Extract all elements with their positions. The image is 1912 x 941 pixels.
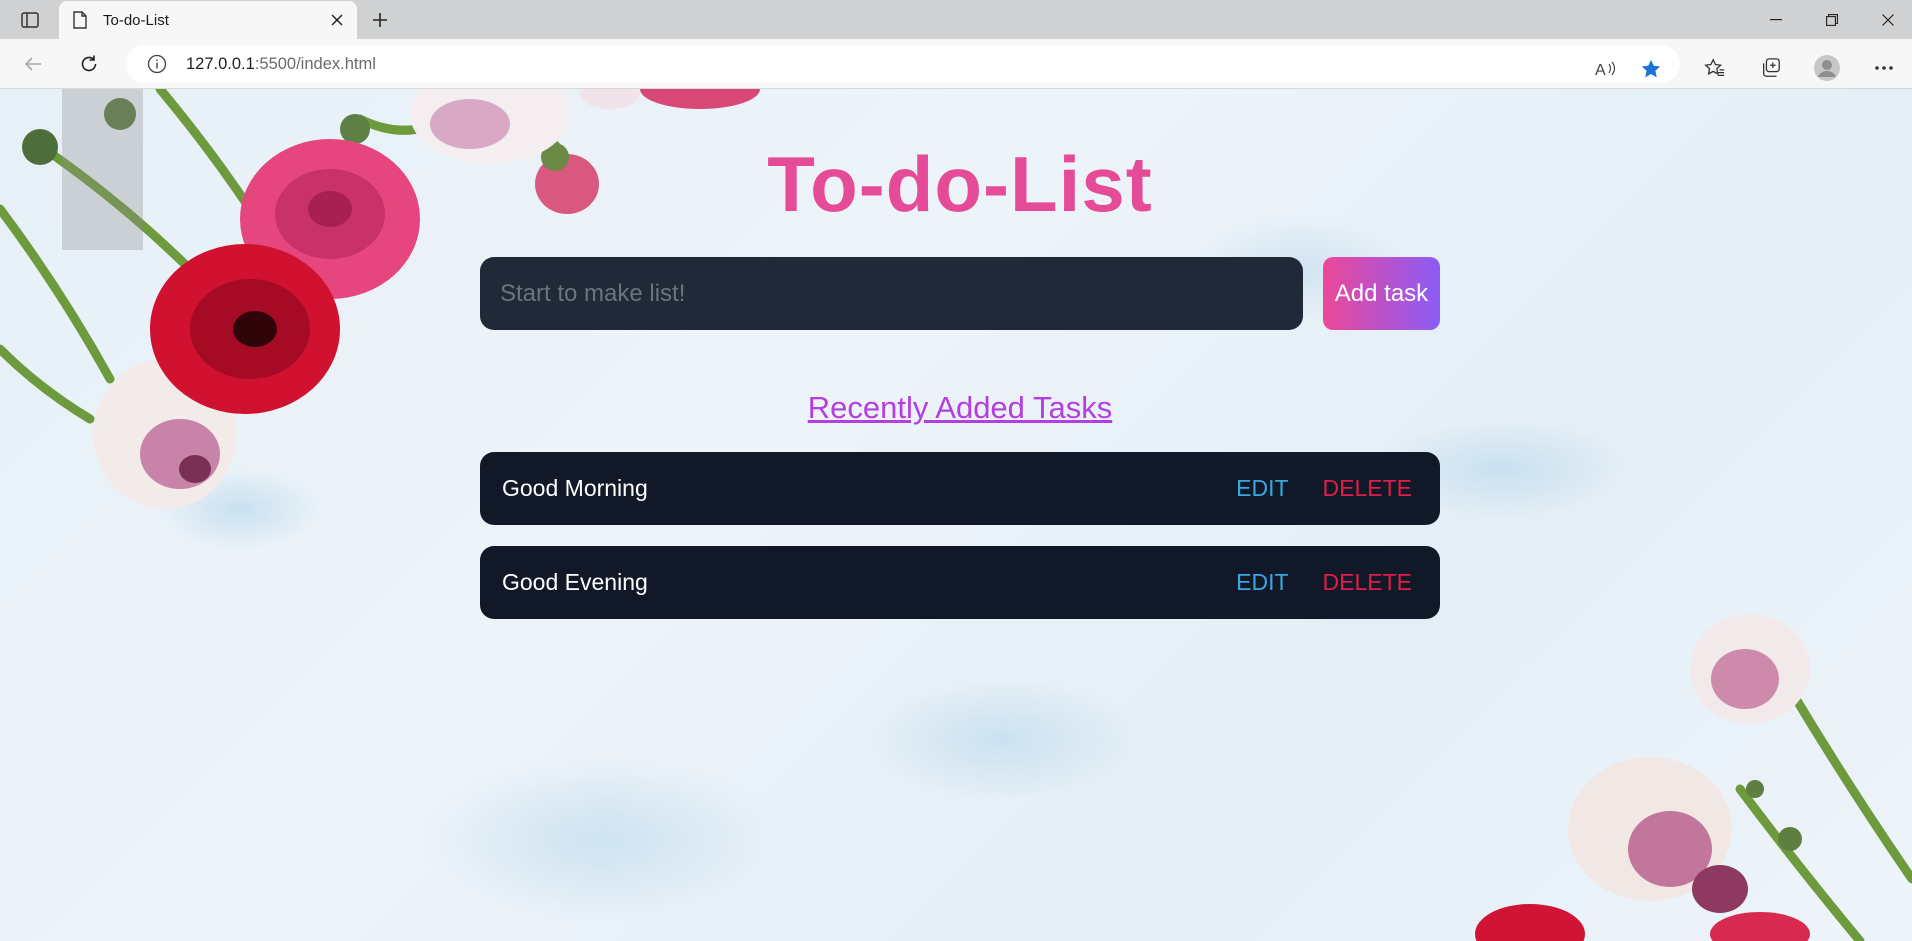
tab-close-icon[interactable] xyxy=(323,6,351,34)
restore-icon[interactable] xyxy=(1804,0,1860,39)
task-text: Good Morning xyxy=(502,475,648,501)
tab-title: To-do-List xyxy=(103,11,169,29)
tab-actions-icon[interactable] xyxy=(14,6,46,34)
favorites-icon[interactable] xyxy=(1699,52,1731,84)
recent-tasks-link[interactable]: Recently Added Tasks xyxy=(808,390,1112,425)
new-tab-button[interactable] xyxy=(365,5,395,35)
delete-button[interactable]: DELETE xyxy=(1323,475,1412,502)
task-row: Good Morning EDIT DELETE xyxy=(480,452,1440,525)
svg-text:A: A xyxy=(1595,62,1606,78)
recent-tasks-heading[interactable]: Recently Added Tasks xyxy=(0,390,1912,426)
delete-button[interactable]: DELETE xyxy=(1323,569,1412,596)
page-icon xyxy=(73,10,89,30)
task-text: Good Evening xyxy=(502,569,648,595)
edit-button[interactable]: EDIT xyxy=(1236,475,1288,502)
close-window-icon[interactable] xyxy=(1860,0,1912,39)
page-title: To-do-List xyxy=(767,140,1153,228)
favorite-star-icon[interactable] xyxy=(1637,55,1665,83)
refresh-icon[interactable] xyxy=(73,49,105,79)
browser-toolbar: 127.0.0.1:5500/index.html A xyxy=(0,39,1912,89)
back-icon[interactable] xyxy=(17,49,49,79)
edit-button[interactable]: EDIT xyxy=(1236,569,1288,596)
read-aloud-icon[interactable]: A xyxy=(1592,55,1620,83)
add-task-button[interactable]: Add task xyxy=(1323,257,1440,330)
page-viewport: To-do-List Add task Recently Added Tasks… xyxy=(0,89,1912,941)
task-input[interactable] xyxy=(480,257,1303,330)
url-text: 127.0.0.1:5500/index.html xyxy=(186,54,376,73)
browser-tab[interactable]: To-do-List xyxy=(59,1,357,39)
address-bar[interactable]: 127.0.0.1:5500/index.html xyxy=(126,45,1680,83)
profile-avatar[interactable] xyxy=(1811,52,1843,84)
site-info-icon[interactable] xyxy=(146,53,168,75)
task-list: Good Morning EDIT DELETE Good Evening ED… xyxy=(480,452,1440,640)
browser-tab-bar: To-do-List xyxy=(0,0,1912,39)
minimize-icon[interactable] xyxy=(1748,0,1804,39)
more-options-icon[interactable] xyxy=(1868,52,1900,84)
collections-icon[interactable] xyxy=(1755,52,1787,84)
task-row: Good Evening EDIT DELETE xyxy=(480,546,1440,619)
